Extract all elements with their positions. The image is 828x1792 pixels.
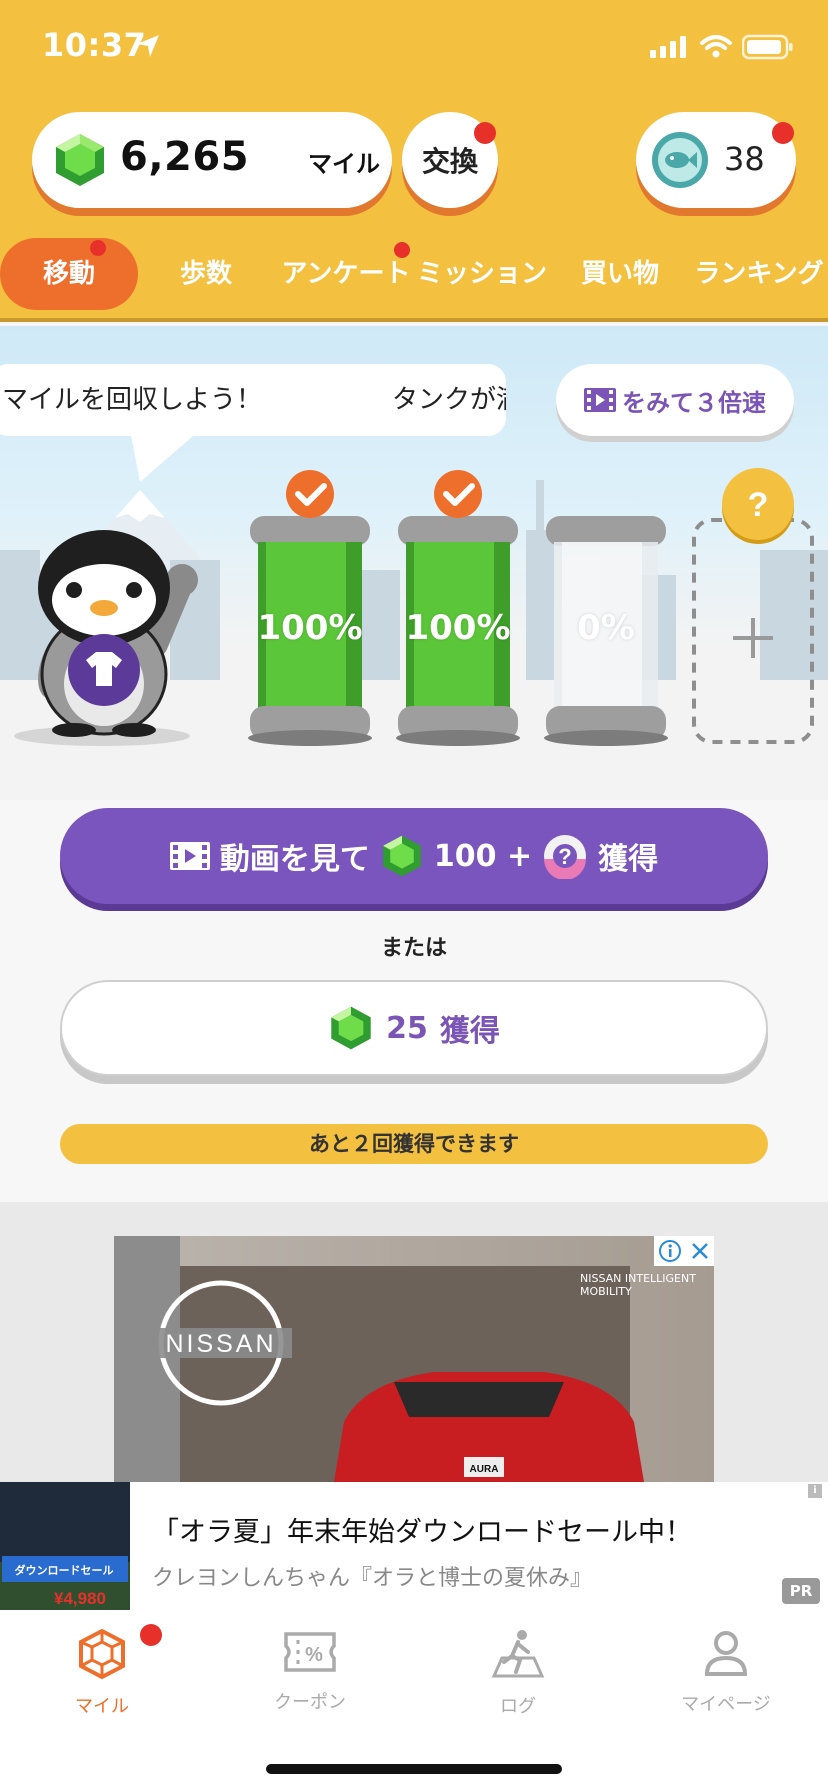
person-icon xyxy=(704,1631,748,1676)
ad-brand: NISSAN xyxy=(165,1330,276,1358)
nav-log-label: ログ xyxy=(500,1696,536,1717)
nav-log[interactable]: ログ xyxy=(438,1628,598,1718)
promo-thumbnail: ダウンロードセール ¥4,980 xyxy=(0,1482,130,1610)
mystery-ball-label: ? xyxy=(558,844,571,869)
ad-car: AURA xyxy=(334,1372,644,1482)
nav-miles-label: マイル xyxy=(75,1696,129,1717)
remaining-count-banner: あと２回獲得できます xyxy=(60,1124,768,1164)
triple-speed-label: をみて３倍速 xyxy=(622,388,766,417)
wifi-icon xyxy=(700,35,732,58)
promo-info-icon[interactable]: i xyxy=(808,1484,822,1498)
nav-coupon[interactable]: % クーポン xyxy=(230,1628,390,1714)
coupon-icon: % xyxy=(284,1632,336,1672)
mystery-ball-icon: ? xyxy=(544,835,587,879)
tank-2-label: 100% xyxy=(405,608,511,648)
tab-survey[interactable]: アンケート xyxy=(280,238,412,310)
video-suffix: 獲得 xyxy=(598,842,659,877)
nissan-logo: NISSAN xyxy=(150,1280,292,1406)
ad-plate: AURA xyxy=(470,1464,499,1475)
pr-badge: PR xyxy=(782,1578,820,1604)
nav-mypage[interactable]: マイページ xyxy=(646,1628,806,1716)
home-indicator xyxy=(266,1764,562,1774)
video-amount: 100 + xyxy=(433,838,533,874)
penguin-mascot xyxy=(14,530,198,746)
tab-move-badge xyxy=(90,240,106,256)
category-tabs: 移動 歩数 アンケート ミッション 買い物 ランキング xyxy=(0,238,828,310)
svg-text:%: % xyxy=(305,1644,323,1666)
status-indicators xyxy=(650,34,794,60)
gem-icon xyxy=(331,1006,371,1050)
tab-ranking[interactable]: ランキング xyxy=(690,238,828,310)
miles-unit: マイル xyxy=(308,150,380,178)
close-icon[interactable] xyxy=(690,1241,710,1261)
miles-value: 6,265 xyxy=(120,134,250,180)
ad-banner[interactable]: NISSAN AURA NISSAN INTELLIGENT MOBILITY xyxy=(114,1236,714,1482)
promo-thumb-sale: ダウンロードセール xyxy=(15,1563,114,1577)
fish-count: 38 xyxy=(724,140,765,178)
nav-mypage-label: マイページ xyxy=(681,1694,771,1715)
nav-miles-badge xyxy=(140,1624,162,1646)
or-separator: または xyxy=(380,936,447,961)
video-icon xyxy=(169,842,210,870)
tab-survey-badge xyxy=(394,242,410,258)
fish-coin-icon xyxy=(652,132,708,188)
exchange-badge xyxy=(474,122,496,144)
walker-icon xyxy=(491,1630,545,1678)
speech-bubble: マイルを回収しよう！ タンクが満 xyxy=(0,364,506,436)
earn-amount: 25 xyxy=(386,1010,428,1046)
hexagon-icon xyxy=(79,1628,125,1680)
tab-steps[interactable]: 歩数 xyxy=(146,238,266,310)
watch-video-button[interactable]: 動画を見て 100 + ? 獲得 xyxy=(60,808,768,904)
nav-coupon-label: クーポン xyxy=(274,1692,346,1713)
status-time: 10:37 xyxy=(42,26,147,64)
tab-mission[interactable]: ミッション xyxy=(416,238,548,310)
gem-icon xyxy=(383,835,421,877)
ad-controls xyxy=(654,1236,714,1266)
gem-icon xyxy=(56,134,104,186)
video-icon xyxy=(584,388,616,412)
location-arrow-icon xyxy=(137,35,159,57)
triple-speed-button[interactable]: をみて３倍速 xyxy=(556,364,794,436)
speech-bubble-tail xyxy=(130,430,200,482)
battery-icon xyxy=(742,34,793,60)
ad-tagline: NISSAN INTELLIGENT MOBILITY xyxy=(580,1272,696,1298)
earn-miles-button[interactable]: 25 獲得 xyxy=(60,980,768,1076)
earn-suffix: 獲得 xyxy=(439,1014,500,1049)
promo-title: 「オラ夏」年末年始ダウンロードセール中！ xyxy=(152,1517,692,1548)
tab-shopping[interactable]: 買い物 xyxy=(560,238,680,310)
exchange-label: 交換 xyxy=(421,145,478,178)
promo-thumb-price: ¥4,980 xyxy=(54,1589,106,1608)
fish-badge xyxy=(772,122,794,144)
mystery-question: ? xyxy=(748,486,769,524)
tank-1-label: 100% xyxy=(257,608,363,648)
tab-move[interactable]: 移動 xyxy=(0,238,138,310)
promo-subtitle: クレヨンしんちゃん『オラと博士の夏休み』 xyxy=(152,1566,593,1591)
tank-3-label: 0% xyxy=(577,608,635,648)
signal-icon xyxy=(650,36,686,58)
plus-icon xyxy=(733,618,773,658)
info-icon[interactable] xyxy=(658,1240,681,1262)
mystery-badge[interactable]: ? xyxy=(720,466,796,546)
video-prefix: 動画を見て xyxy=(219,842,370,877)
